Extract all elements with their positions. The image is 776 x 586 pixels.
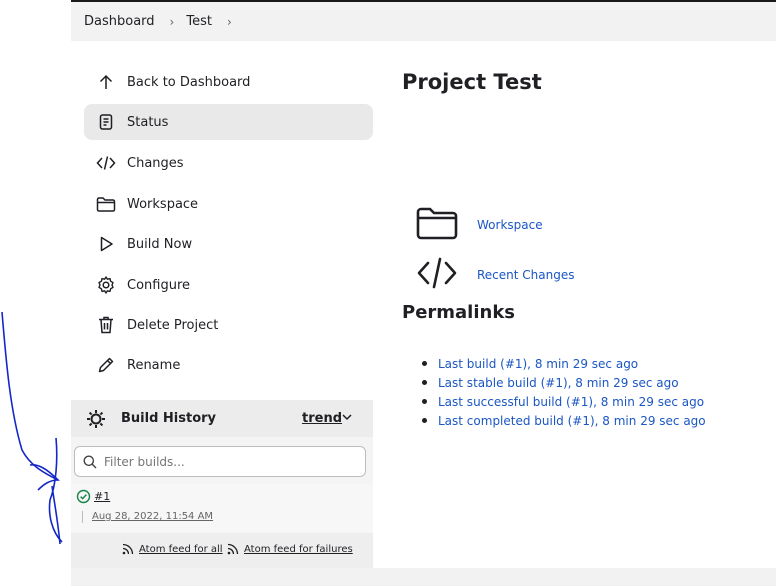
sidebar-item-label: Workspace (127, 196, 199, 212)
sidebar-item-changes[interactable]: Changes (84, 145, 373, 181)
sidebar-item-label: Configure (127, 277, 191, 293)
breadcrumb-dashboard[interactable]: Dashboard (84, 14, 155, 29)
sidebar-item-configure[interactable]: Configure (84, 267, 373, 303)
atom-feed-failures-link[interactable]: Atom feed for failures (227, 543, 353, 555)
play-icon (94, 232, 118, 256)
permalink-last-stable-build[interactable]: Last stable build (#1), 8 min 29 sec ago (422, 373, 706, 392)
sidebar-item-label: Back to Dashboard (127, 74, 251, 90)
code-icon (416, 256, 458, 293)
sidebar-item-delete-project[interactable]: Delete Project (84, 307, 373, 343)
filter-builds-input[interactable] (102, 453, 356, 470)
chevron-right-icon: › (169, 14, 175, 29)
workspace-link[interactable]: Workspace (416, 205, 543, 244)
recent-changes-link-label: Recent Changes (477, 267, 575, 282)
sidebar-item-label: Build Now (127, 236, 193, 252)
chevron-down-icon[interactable] (341, 411, 353, 427)
sidebar-item-label: Status (127, 114, 169, 130)
trend-link[interactable]: trend (302, 411, 342, 426)
build-timeline-bar (82, 511, 83, 523)
gear-icon (94, 273, 118, 297)
atom-feeds: Atom feed for all Atom feed for failures (71, 533, 373, 568)
hand-drawn-arrow-annotation (1, 311, 63, 545)
breadcrumb-test[interactable]: Test (186, 14, 212, 29)
search-icon (82, 454, 98, 470)
sidebar-item-label: Changes (127, 155, 184, 171)
atom-feed-all-label: Atom feed for all (139, 543, 223, 555)
sidebar-item-status[interactable]: Status (84, 104, 373, 140)
footer (71, 568, 776, 586)
page-title: Project Test (402, 70, 542, 94)
permalinks-heading: Permalinks (402, 302, 516, 323)
build-history-title: Build History (121, 411, 217, 426)
trash-icon (94, 313, 118, 337)
arrow-up-icon (94, 70, 118, 94)
breadcrumb: Dashboard › Test › (71, 2, 776, 41)
folder-icon (94, 192, 118, 216)
atom-feed-all-link[interactable]: Atom feed for all (122, 543, 223, 555)
sidebar-item-back-to-dashboard[interactable]: Back to Dashboard (84, 64, 373, 100)
permalinks-list: Last build (#1), 8 min 29 sec ago Last s… (422, 354, 706, 430)
rss-icon (122, 543, 134, 555)
sidebar-item-build-now[interactable]: Build Now (84, 226, 373, 262)
build-date-link[interactable]: Aug 28, 2022, 11:54 AM (92, 511, 213, 522)
permalink-last-successful-build[interactable]: Last successful build (#1), 8 min 29 sec… (422, 392, 706, 411)
recent-changes-link[interactable]: Recent Changes (416, 256, 574, 293)
atom-feed-failures-label: Atom feed for failures (244, 543, 353, 555)
build-history-header: Build History trend (71, 400, 373, 437)
code-icon (94, 151, 118, 175)
sidebar-item-label: Delete Project (127, 317, 219, 333)
build-row (71, 484, 373, 532)
permalink-last-build[interactable]: Last build (#1), 8 min 29 sec ago (422, 354, 706, 373)
sidebar-item-rename[interactable]: Rename (84, 347, 373, 383)
pencil-icon (94, 353, 118, 377)
build-number-link[interactable]: #1 (94, 490, 110, 503)
rss-icon (227, 543, 239, 555)
sidebar-item-label: Rename (127, 357, 181, 373)
workspace-link-label: Workspace (477, 217, 543, 232)
build-history-icon (85, 408, 107, 430)
permalink-last-completed-build[interactable]: Last completed build (#1), 8 min 29 sec … (422, 411, 706, 430)
chevron-right-icon[interactable]: › (227, 15, 232, 29)
folder-icon (416, 205, 458, 244)
sidebar-item-workspace[interactable]: Workspace (84, 186, 373, 222)
document-icon (94, 110, 118, 134)
success-check-icon (76, 489, 91, 508)
filter-builds-field[interactable] (74, 446, 366, 477)
